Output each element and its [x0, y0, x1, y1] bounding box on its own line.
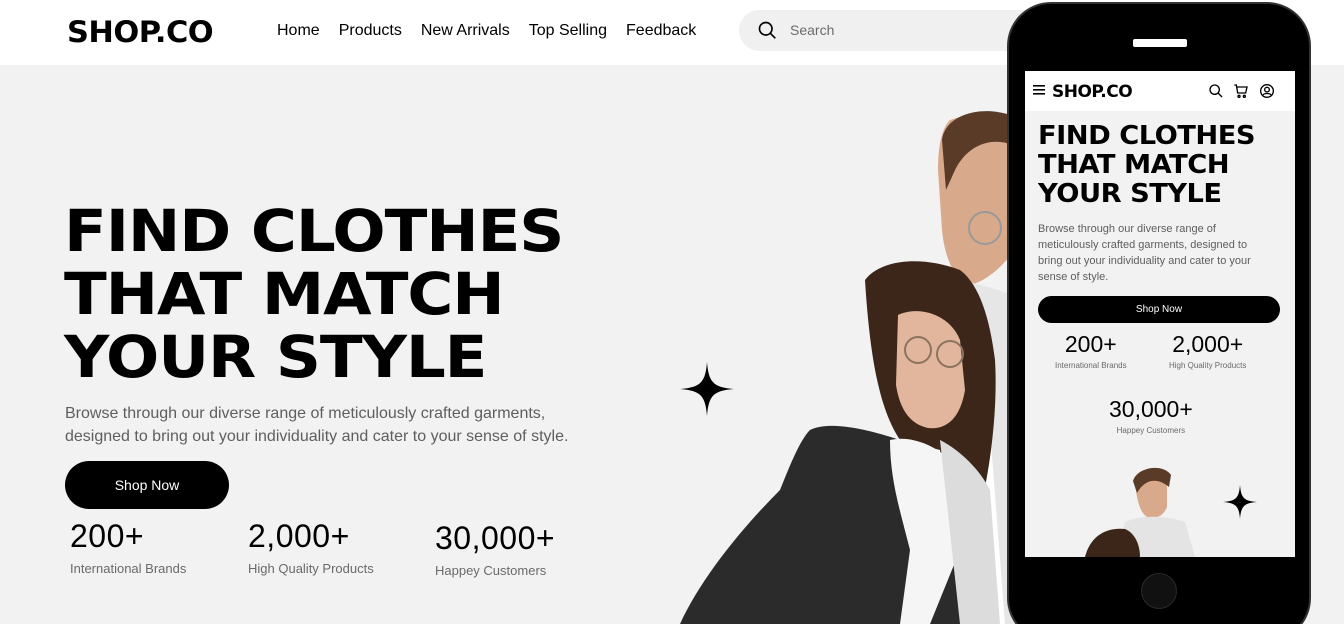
nav-link-products[interactable]: Products	[339, 22, 402, 40]
hero-description-line: designed to bring out your individuality…	[65, 428, 569, 445]
phone-speaker	[1133, 39, 1187, 47]
mobile-shop-now-button[interactable]: Shop Now	[1038, 296, 1280, 323]
site-logo[interactable]: SHOP.CO	[67, 15, 214, 49]
stat-value: 30,000+	[1109, 396, 1193, 422]
mobile-description-line: Browse through our diverse range of	[1038, 223, 1216, 235]
stat-label: High Quality Products	[1169, 361, 1247, 370]
search-input[interactable]	[790, 20, 990, 40]
hero-title-line: FIND CLOTHES	[64, 197, 564, 265]
account-icon[interactable]	[1259, 83, 1275, 99]
mobile-description-line: sense of style.	[1038, 271, 1109, 283]
stat-value: 2,000+	[1172, 331, 1244, 357]
mobile-hero-title: FIND CLOTHES THAT MATCH YOUR STYLE	[1038, 122, 1295, 209]
stat-label: High Quality Products	[248, 561, 374, 576]
cart-icon[interactable]	[1233, 83, 1249, 99]
hero-description: Browse through our diverse range of meti…	[65, 402, 605, 448]
stat-label: International Brands	[1055, 361, 1127, 370]
stat-label: Happey Customers	[435, 563, 547, 578]
mobile-navbar: SHOP.CO	[1025, 71, 1295, 111]
nav-link-top-selling[interactable]: Top Selling	[529, 22, 607, 40]
phone-screen: SHOP.CO FIND CLOTHES THAT MATCH YOUR STY…	[1025, 71, 1295, 557]
hero-title: FIND CLOTHES THAT MATCH YOUR STYLE	[64, 200, 669, 389]
mobile-stat-products: 2,000+ High Quality Products	[1169, 331, 1246, 370]
mobile-stat-brands: 200+ International Brands	[1055, 331, 1127, 370]
stat-value: 200+	[1064, 331, 1117, 357]
mobile-sparkle-icon	[1223, 485, 1257, 519]
stat-label: International Brands	[70, 561, 187, 576]
nav-link-new-arrivals[interactable]: New Arrivals	[421, 22, 510, 40]
mobile-logo[interactable]: SHOP.CO	[1052, 82, 1133, 102]
main-nav: Home Products New Arrivals Top Selling F…	[277, 22, 715, 40]
hamburger-menu-icon[interactable]	[1033, 85, 1045, 95]
stat-customers: 30,000+ Happey Customers	[435, 520, 555, 578]
hero-description-line: Browse through our diverse range of meti…	[65, 405, 546, 422]
mobile-title-line: THAT MATCH	[1038, 150, 1230, 180]
phone-mockup: SHOP.CO FIND CLOTHES THAT MATCH YOUR STY…	[1007, 2, 1311, 624]
stat-brands: 200+ International Brands	[70, 518, 186, 576]
mobile-hero-description: Browse through our diverse range of meti…	[1038, 221, 1278, 285]
mobile-description-line: bring out your individuality and cater t…	[1038, 255, 1251, 267]
nav-link-home[interactable]: Home	[277, 22, 320, 40]
hero-title-line: THAT MATCH	[64, 260, 505, 328]
mobile-description-line: meticulously crafted garments, designed …	[1038, 239, 1248, 251]
nav-link-feedback[interactable]: Feedback	[626, 22, 696, 40]
mobile-search-icon[interactable]	[1208, 83, 1224, 99]
stat-value: 200+	[70, 518, 145, 554]
mobile-title-line: FIND CLOTHES	[1038, 121, 1255, 151]
stat-value: 30,000+	[435, 520, 556, 556]
stat-products: 2,000+ High Quality Products	[248, 518, 374, 576]
mobile-models-photo	[1085, 467, 1195, 557]
stat-value: 2,000+	[248, 518, 350, 554]
search-icon	[758, 21, 776, 39]
mobile-stat-customers: 30,000+ Happey Customers	[1109, 396, 1193, 435]
hero-title-line: YOUR STYLE	[64, 323, 487, 391]
shop-now-button[interactable]: Shop Now	[65, 461, 229, 509]
mobile-title-line: YOUR STYLE	[1038, 179, 1222, 209]
phone-home-button	[1141, 573, 1177, 609]
hero-models-photo	[680, 111, 1023, 624]
stat-label: Happey Customers	[1116, 426, 1186, 435]
